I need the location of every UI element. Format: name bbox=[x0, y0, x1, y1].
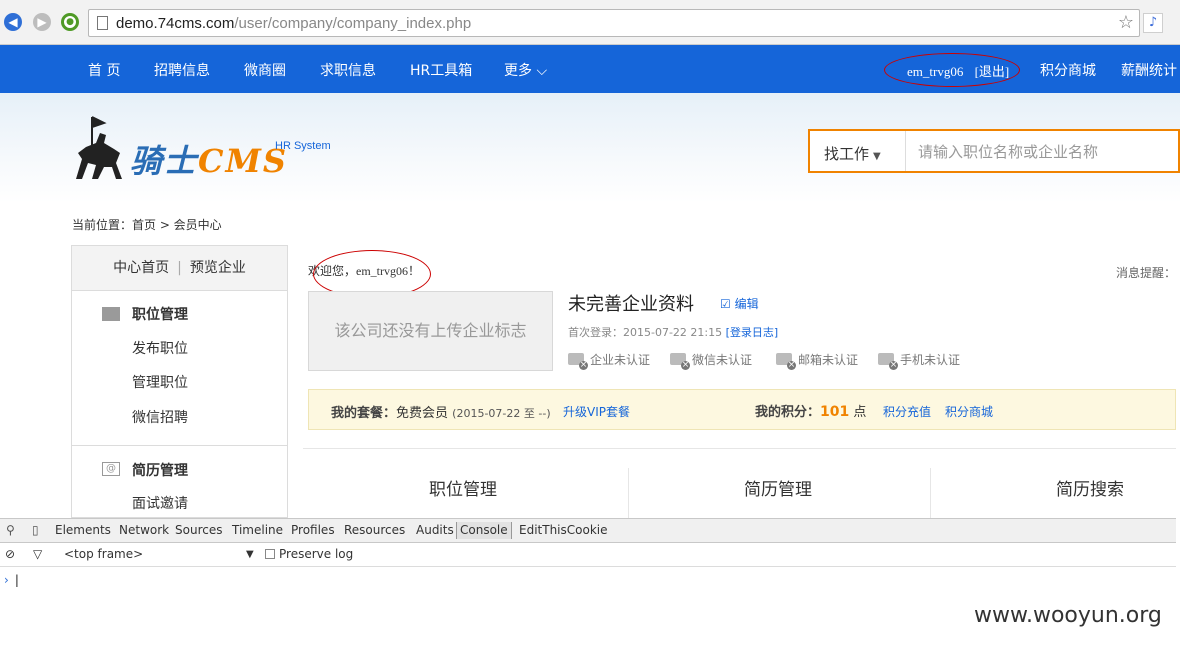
checkbox-icon bbox=[265, 549, 275, 559]
phone-auth-icon bbox=[878, 353, 898, 370]
sidebar-center-home[interactable]: 中心首页 bbox=[113, 260, 169, 276]
sidebar-groups: 职位管理 发布职位 管理职位 微信招聘 @ 简历管理 面试邀请 bbox=[72, 291, 287, 517]
username-link[interactable]: em_trvg06 bbox=[907, 64, 963, 79]
company-title: 未完善企业资料 bbox=[568, 294, 694, 315]
top-navigation: 首 页 招聘信息 微商圈 求职信息 HR工具箱 更多 ⌵ em_trvg06 [… bbox=[0, 45, 1180, 93]
nav-jobs[interactable]: 招聘信息 bbox=[154, 60, 210, 80]
login-log-link[interactable]: [登录日志] bbox=[726, 326, 779, 339]
sidebar-item-interview-invites[interactable]: 面试邀请 bbox=[132, 493, 188, 513]
points-info: 我的积分：101 点 bbox=[755, 404, 867, 420]
column-divider bbox=[930, 468, 931, 518]
sidebar-item-post-job[interactable]: 发布职位 bbox=[132, 338, 188, 358]
company-logo-placeholder: 该公司还没有上传企业标志 bbox=[308, 291, 553, 371]
column-title-resumes: 简历管理 bbox=[744, 480, 812, 500]
chevron-down-icon: ▼ bbox=[873, 151, 881, 162]
auth-company[interactable]: 企业未认证 bbox=[568, 351, 650, 370]
nav-job-seekers[interactable]: 求职信息 bbox=[320, 60, 376, 80]
nav-more[interactable]: 更多 ⌵ bbox=[504, 60, 547, 80]
console-toolbar: ⊘ ▽ <top frame> ▼ Preserve log bbox=[0, 543, 1176, 567]
sidebar-header: 中心首页 | 预览企业 bbox=[72, 246, 287, 291]
search-type-select[interactable]: 找工作 ▼ bbox=[824, 143, 881, 164]
tab-editthiscookie[interactable]: EditThisCookie bbox=[519, 523, 608, 537]
nav-microbiz[interactable]: 微商圈 bbox=[244, 60, 286, 80]
tab-elements[interactable]: Elements bbox=[55, 523, 111, 537]
forward-icon[interactable]: ▶ bbox=[33, 13, 51, 31]
sidebar-group-jobs: 职位管理 bbox=[132, 307, 188, 323]
sidebar-divider bbox=[72, 445, 287, 446]
sidebar-item-manage-jobs[interactable]: 管理职位 bbox=[132, 372, 188, 392]
welcome-username: em_trvg06 bbox=[356, 264, 409, 278]
auth-phone[interactable]: 手机未认证 bbox=[878, 351, 960, 370]
browser-toolbar: ◀ ▶ ● demo.74cms.com/user/company/compan… bbox=[0, 0, 1180, 45]
reload-icon[interactable]: ● bbox=[61, 13, 79, 31]
first-login-info: 首次登录：2015-07-22 21:15 [登录日志] bbox=[568, 326, 779, 339]
folder-icon bbox=[102, 307, 120, 321]
auth-wechat[interactable]: 微信未认证 bbox=[670, 351, 752, 370]
nav-home[interactable]: 首 页 bbox=[88, 60, 120, 80]
logout-link[interactable]: [退出] bbox=[975, 64, 1010, 79]
breadcrumb: 当前位置：首页 > 会员中心 bbox=[72, 218, 222, 232]
upgrade-vip-link[interactable]: 升级VIP套餐 bbox=[563, 403, 630, 420]
frame-select-arrow-icon[interactable]: ▼ bbox=[246, 549, 254, 560]
search-input[interactable] bbox=[918, 140, 1168, 164]
wechat-auth-icon bbox=[670, 353, 690, 370]
welcome-text: 欢迎您，em_trvg06！ bbox=[308, 264, 421, 278]
resume-icon: @ bbox=[102, 462, 120, 476]
user-info: em_trvg06 [退出] bbox=[907, 61, 1009, 80]
console-prompt[interactable]: › | bbox=[4, 573, 19, 587]
company-auth-icon bbox=[568, 353, 588, 370]
nav-salary-stats[interactable]: 薪酬统计 bbox=[1121, 60, 1177, 80]
watermark: www.wooyun.org bbox=[974, 603, 1162, 628]
tab-console[interactable]: Console bbox=[456, 522, 512, 539]
email-auth-icon bbox=[776, 353, 796, 370]
points-recharge-link[interactable]: 积分充值 bbox=[883, 403, 931, 420]
filter-icon[interactable]: ▽ bbox=[33, 547, 42, 561]
extension-icon[interactable]: ♪ bbox=[1143, 13, 1163, 33]
message-hint: 消息提醒： bbox=[1116, 266, 1177, 280]
column-divider bbox=[628, 468, 629, 518]
frame-select[interactable]: <top frame> bbox=[64, 547, 143, 561]
device-mode-icon[interactable]: ▯ bbox=[32, 523, 39, 537]
devtools-tabbar: ⚲ ▯ Elements Network Sources Timeline Pr… bbox=[0, 518, 1176, 543]
edit-link[interactable]: ☑ 编辑 bbox=[720, 295, 759, 312]
search-divider bbox=[905, 131, 906, 171]
package-bar: 我的套餐：免费会员 (2015-07-22 至 --) 升级VIP套餐 我的积分… bbox=[308, 389, 1176, 430]
auth-email[interactable]: 邮箱未认证 bbox=[776, 351, 858, 370]
tab-sources[interactable]: Sources bbox=[175, 523, 222, 537]
knight-logo-icon bbox=[76, 116, 122, 179]
tab-profiles[interactable]: Profiles bbox=[291, 523, 335, 537]
sidebar-group-resumes: 简历管理 bbox=[132, 463, 188, 479]
section-divider bbox=[303, 448, 1176, 449]
logo-wordmark: 骑士CMS bbox=[130, 142, 289, 180]
edit-icon: ☑ bbox=[720, 297, 731, 311]
clear-console-icon[interactable]: ⊘ bbox=[5, 547, 15, 561]
preserve-log-checkbox[interactable]: Preserve log bbox=[265, 547, 353, 561]
column-title-jobs: 职位管理 bbox=[429, 480, 497, 500]
tab-network[interactable]: Network bbox=[119, 523, 169, 537]
page-icon bbox=[97, 16, 108, 30]
tab-timeline[interactable]: Timeline bbox=[232, 523, 283, 537]
bookmark-star-icon[interactable]: ☆ bbox=[1118, 14, 1134, 32]
sidebar-item-wechat-recruit[interactable]: 微信招聘 bbox=[132, 407, 188, 427]
package-info: 我的套餐：免费会员 (2015-07-22 至 --) bbox=[331, 406, 551, 421]
search-box: 找工作 ▼ bbox=[808, 129, 1180, 173]
url-text: demo.74cms.com/user/company/company_inde… bbox=[116, 15, 472, 32]
member-sidebar: 中心首页 | 预览企业 职位管理 发布职位 管理职位 微信招聘 @ 简历管理 面试邀… bbox=[71, 245, 288, 518]
nav-points-mall[interactable]: 积分商城 bbox=[1040, 60, 1096, 80]
inspect-search-icon[interactable]: ⚲ bbox=[6, 523, 15, 537]
nav-hr-tools[interactable]: HR工具箱 bbox=[410, 60, 472, 80]
back-icon[interactable]: ◀ bbox=[4, 13, 22, 31]
sidebar-preview-company[interactable]: 预览企业 bbox=[190, 260, 246, 276]
column-title-resume-search: 简历搜索 bbox=[1056, 480, 1124, 500]
tab-audits[interactable]: Audits bbox=[416, 523, 454, 537]
hr-system-label: HR System bbox=[275, 140, 331, 152]
address-bar[interactable]: demo.74cms.com/user/company/company_inde… bbox=[88, 9, 1140, 37]
tab-resources[interactable]: Resources bbox=[344, 523, 405, 537]
points-mall-link[interactable]: 积分商城 bbox=[945, 403, 993, 420]
